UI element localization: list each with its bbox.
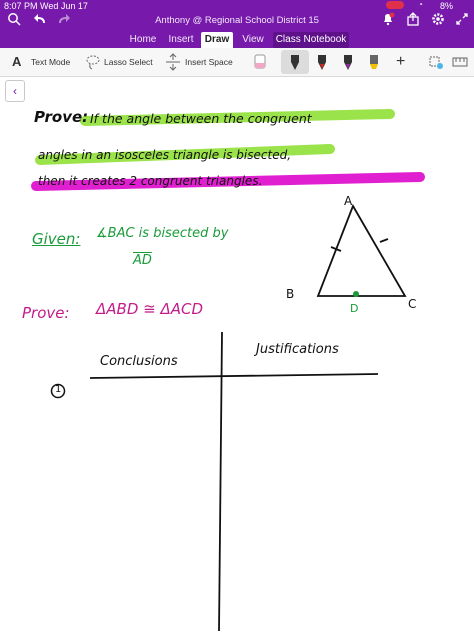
wifi-icon: ◔ [418,0,423,9]
status-date: Wed Jun 17 [40,1,88,11]
document-title: Anthony @ Regional School District 15 [155,15,319,26]
lasso-select-icon[interactable] [85,53,101,71]
conclusions-header: Conclusions [100,354,178,369]
prove-label: Prove: [34,108,89,126]
top-bar: 8:07 PM Wed Jun 17 8% ◔ Anthony @ Region… [0,0,474,48]
insert-space-icon[interactable] [165,53,181,71]
vertex-a-label: A [344,194,353,208]
prove-statement-line3: then it creates 2 congruent triangles. [38,174,263,188]
midpoint-d-marker [353,291,359,297]
given-label: Given: [32,230,81,248]
expand-icon[interactable] [454,12,470,28]
row-1-number: 1 [55,384,62,395]
yellow-highlighter-icon[interactable] [366,53,382,71]
tab-draw[interactable]: Draw [201,32,233,48]
ribbon-tabs: Home Insert Draw View Class Notebook [0,32,474,48]
isosceles-triangle [316,203,407,297]
black-pen-icon[interactable] [287,53,303,71]
eraser-icon[interactable] [252,53,268,71]
tab-view[interactable]: View [238,32,268,48]
prove2-label: Prove: [22,304,70,322]
justifications-header: Justifications [256,342,339,357]
share-icon[interactable] [405,12,421,28]
tab-home[interactable]: Home [125,32,161,48]
tab-insert[interactable]: Insert [165,32,197,48]
tab-class-notebook[interactable]: Class Notebook [273,32,349,48]
red-pen-icon[interactable] [314,53,330,71]
text-mode-button[interactable]: Text Mode [31,54,70,70]
recording-indicator [386,1,404,9]
status-battery: 8% [440,1,454,11]
add-pen-icon[interactable]: + [396,54,405,70]
settings-gear-icon[interactable] [430,12,446,28]
draw-ribbon: A Text Mode Lasso Select Insert Space + [0,48,474,77]
notifications-bell-icon[interactable] [380,12,396,28]
insert-space-button[interactable]: Insert Space [185,54,233,70]
t-chart [89,331,379,632]
ruler-icon[interactable] [452,53,468,71]
prove2-statement: ΔABD ≅ ΔACD [96,300,204,318]
lasso-pen-icon[interactable] [428,53,444,71]
given-statement: ∡BAC is bisected by [96,226,229,241]
given-segment: AD [133,253,152,268]
purple-pen-icon[interactable] [340,53,356,71]
vertex-d-label: D [350,302,359,315]
status-time: 8:07 PM [4,1,38,11]
prove-statement-line1: If the angle between the congruent [90,111,312,126]
text-mode-icon[interactable]: A [12,54,21,70]
prove-statement-line2: angles in an isosceles triangle is bisec… [38,148,292,162]
vertex-c-label: C [408,297,417,311]
vertex-b-label: B [286,287,295,301]
lasso-select-button[interactable]: Lasso Select [104,54,153,70]
